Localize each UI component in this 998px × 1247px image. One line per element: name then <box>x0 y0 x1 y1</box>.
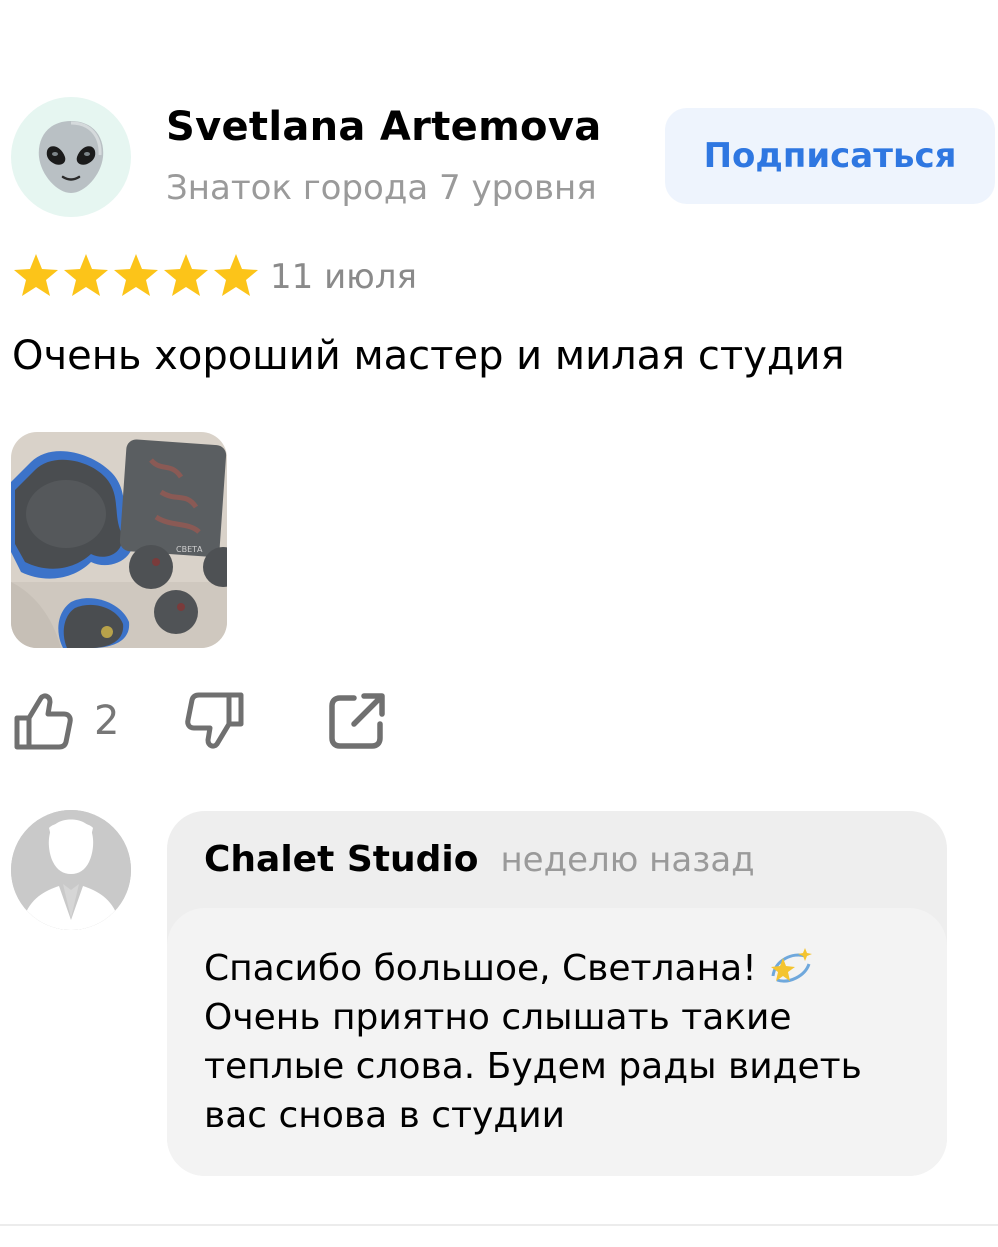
thumbs-up-icon[interactable] <box>12 690 74 752</box>
share-icon[interactable] <box>326 690 388 752</box>
reply-line: теплые слова. Будем рады видеть <box>204 1046 862 1087</box>
reply-line: Очень приятно слышать такие <box>204 997 792 1038</box>
star-icon <box>164 254 208 296</box>
reply-header: Chalet Studio неделю назад <box>204 839 755 880</box>
like-count: 2 <box>94 698 120 744</box>
reply-text: Спасибо большое, Светлана! Очень приятно… <box>204 944 904 1140</box>
reply-time: неделю назад <box>500 840 755 880</box>
reply-author[interactable]: Chalet Studio <box>204 839 478 880</box>
reply-line: Спасибо большое, Светлана! <box>204 944 904 993</box>
star-icon <box>64 254 108 296</box>
sparkle-star-emoji-icon <box>770 948 812 983</box>
review-date: 11 июля <box>270 257 417 297</box>
divider <box>0 1224 998 1226</box>
owner-reply: Chalet Studio неделю назад Спасибо большо… <box>167 811 947 1176</box>
star-icon <box>214 254 258 296</box>
reply-line: вас снова в студии <box>204 1095 566 1136</box>
author-name[interactable]: Svetlana Artemova <box>166 104 602 150</box>
review-photo[interactable]: СВЕТА <box>11 432 227 648</box>
star-icon <box>14 254 58 296</box>
ceramics-photo: СВЕТА <box>11 432 227 648</box>
star-icon <box>114 254 158 296</box>
photo-caption: СВЕТА <box>176 545 203 554</box>
rating-stars <box>12 252 260 300</box>
thumbs-down-icon[interactable] <box>184 690 246 752</box>
author-level: Знаток города 7 уровня <box>166 168 597 208</box>
alien-emoji-icon <box>38 121 104 193</box>
reply-body: Спасибо большое, Светлана! Очень приятно… <box>167 908 947 1176</box>
author-avatar[interactable] <box>11 97 131 217</box>
default-user-icon <box>11 810 131 930</box>
reply-avatar[interactable] <box>11 810 131 930</box>
subscribe-button[interactable]: Подписаться <box>665 108 995 204</box>
review-text: Очень хороший мастер и милая студия <box>12 333 845 379</box>
